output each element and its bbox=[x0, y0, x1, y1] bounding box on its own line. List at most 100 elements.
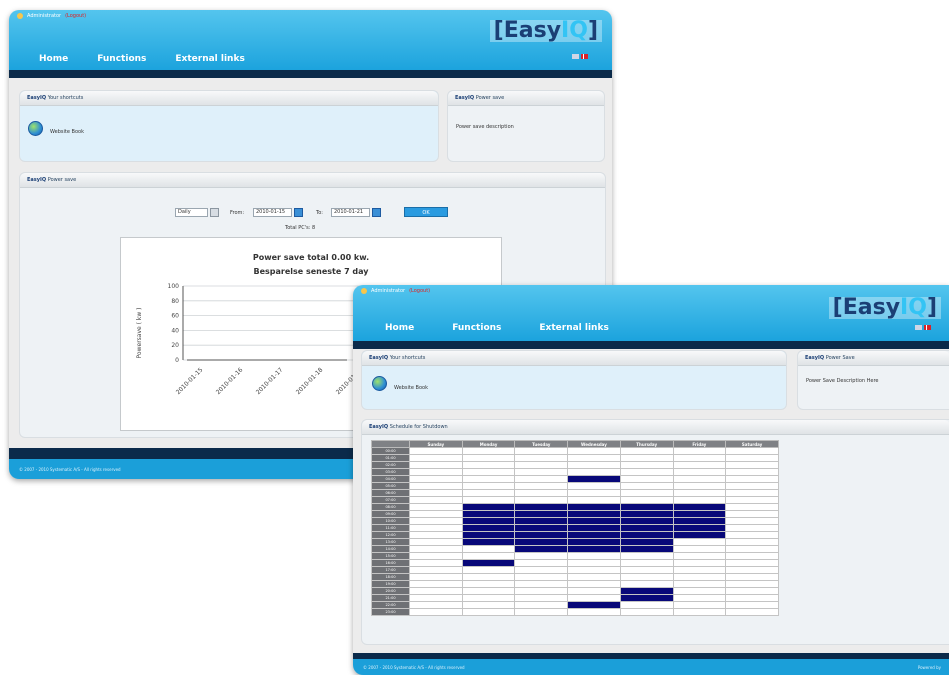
schedule-cell-active[interactable] bbox=[672, 524, 727, 532]
schedule-cell[interactable] bbox=[725, 482, 779, 490]
schedule-cell-active[interactable] bbox=[619, 510, 674, 518]
schedule-cell[interactable] bbox=[514, 475, 569, 483]
schedule-cell[interactable] bbox=[725, 587, 779, 595]
schedule-cell[interactable] bbox=[725, 503, 779, 511]
danish-flag-icon[interactable] bbox=[924, 325, 931, 330]
schedule-cell-active[interactable] bbox=[567, 601, 621, 609]
schedule-cell-active[interactable] bbox=[619, 587, 674, 595]
shortcut-website-book[interactable]: Website Book bbox=[394, 385, 428, 391]
schedule-cell[interactable] bbox=[567, 461, 621, 469]
schedule-cell[interactable] bbox=[514, 489, 569, 497]
schedule-cell[interactable] bbox=[567, 608, 621, 616]
schedule-cell[interactable] bbox=[672, 608, 727, 616]
schedule-cell-active[interactable] bbox=[514, 531, 569, 539]
schedule-cell[interactable] bbox=[672, 496, 727, 504]
schedule-cell-active[interactable] bbox=[619, 503, 674, 511]
schedule-cell[interactable] bbox=[514, 559, 569, 567]
schedule-cell[interactable] bbox=[409, 608, 463, 616]
schedule-cell[interactable] bbox=[409, 580, 463, 588]
schedule-cell[interactable] bbox=[514, 454, 569, 462]
schedule-cell[interactable] bbox=[619, 601, 674, 609]
english-flag-icon[interactable] bbox=[915, 325, 922, 330]
schedule-cell[interactable] bbox=[567, 594, 621, 602]
schedule-cell[interactable] bbox=[725, 531, 779, 539]
schedule-cell[interactable] bbox=[672, 573, 727, 581]
schedule-cell[interactable] bbox=[409, 594, 463, 602]
schedule-cell[interactable] bbox=[409, 489, 463, 497]
schedule-cell[interactable] bbox=[409, 503, 463, 511]
schedule-cell[interactable] bbox=[461, 482, 516, 490]
schedule-cell-active[interactable] bbox=[514, 538, 569, 546]
schedule-cell[interactable] bbox=[567, 489, 621, 497]
schedule-cell[interactable] bbox=[461, 461, 516, 469]
schedule-cell-active[interactable] bbox=[461, 538, 516, 546]
schedule-cell[interactable] bbox=[409, 524, 463, 532]
schedule-cell-active[interactable] bbox=[619, 524, 674, 532]
ok-button[interactable]: OK bbox=[404, 207, 448, 217]
schedule-cell[interactable] bbox=[619, 447, 674, 455]
schedule-cell[interactable] bbox=[514, 601, 569, 609]
logout-link[interactable]: (Logout) bbox=[65, 13, 86, 19]
schedule-cell-active[interactable] bbox=[619, 545, 674, 553]
schedule-cell[interactable] bbox=[725, 524, 779, 532]
schedule-cell[interactable] bbox=[619, 580, 674, 588]
schedule-cell[interactable] bbox=[567, 587, 621, 595]
schedule-cell[interactable] bbox=[461, 587, 516, 595]
schedule-cell-active[interactable] bbox=[619, 538, 674, 546]
schedule-cell[interactable] bbox=[725, 601, 779, 609]
schedule-cell[interactable] bbox=[461, 601, 516, 609]
schedule-cell[interactable] bbox=[514, 608, 569, 616]
schedule-cell[interactable] bbox=[461, 489, 516, 497]
schedule-cell-active[interactable] bbox=[567, 524, 621, 532]
schedule-cell[interactable] bbox=[409, 468, 463, 476]
schedule-cell-active[interactable] bbox=[567, 531, 621, 539]
schedule-cell-active[interactable] bbox=[461, 531, 516, 539]
schedule-cell[interactable] bbox=[725, 594, 779, 602]
schedule-cell[interactable] bbox=[514, 461, 569, 469]
schedule-cell[interactable] bbox=[672, 489, 727, 497]
schedule-cell[interactable] bbox=[409, 475, 463, 483]
easyiq-logo[interactable]: [EasyIQ] bbox=[828, 297, 941, 319]
schedule-cell[interactable] bbox=[672, 447, 727, 455]
schedule-cell[interactable] bbox=[619, 559, 674, 567]
schedule-cell[interactable] bbox=[672, 538, 727, 546]
schedule-cell[interactable] bbox=[514, 447, 569, 455]
schedule-cell-active[interactable] bbox=[514, 510, 569, 518]
schedule-cell[interactable] bbox=[725, 517, 779, 525]
schedule-cell[interactable] bbox=[567, 580, 621, 588]
schedule-cell[interactable] bbox=[514, 573, 569, 581]
schedule-cell[interactable] bbox=[672, 559, 727, 567]
schedule-cell[interactable] bbox=[461, 545, 516, 553]
schedule-cell[interactable] bbox=[725, 489, 779, 497]
schedule-cell[interactable] bbox=[619, 566, 674, 574]
schedule-cell-active[interactable] bbox=[514, 524, 569, 532]
schedule-cell[interactable] bbox=[619, 461, 674, 469]
schedule-cell[interactable] bbox=[672, 566, 727, 574]
schedule-cell[interactable] bbox=[725, 545, 779, 553]
schedule-cell[interactable] bbox=[409, 559, 463, 567]
schedule-cell[interactable] bbox=[672, 475, 727, 483]
period-dropdown-icon[interactable] bbox=[210, 208, 219, 217]
schedule-cell[interactable] bbox=[514, 468, 569, 476]
schedule-cell[interactable] bbox=[672, 468, 727, 476]
english-flag-icon[interactable] bbox=[572, 54, 579, 59]
schedule-cell[interactable] bbox=[567, 447, 621, 455]
schedule-cell[interactable] bbox=[461, 594, 516, 602]
schedule-cell[interactable] bbox=[619, 608, 674, 616]
schedule-cell[interactable] bbox=[514, 587, 569, 595]
schedule-cell[interactable] bbox=[409, 461, 463, 469]
schedule-cell[interactable] bbox=[461, 447, 516, 455]
schedule-cell-active[interactable] bbox=[619, 594, 674, 602]
schedule-cell[interactable] bbox=[409, 545, 463, 553]
schedule-cell[interactable] bbox=[567, 454, 621, 462]
calendar-icon[interactable] bbox=[372, 208, 381, 217]
schedule-cell[interactable] bbox=[461, 566, 516, 574]
schedule-cell[interactable] bbox=[567, 468, 621, 476]
schedule-cell[interactable] bbox=[619, 552, 674, 560]
schedule-cell-active[interactable] bbox=[514, 545, 569, 553]
schedule-cell[interactable] bbox=[409, 510, 463, 518]
schedule-cell-active[interactable] bbox=[672, 503, 727, 511]
schedule-cell[interactable] bbox=[409, 601, 463, 609]
schedule-cell[interactable] bbox=[725, 510, 779, 518]
schedule-cell-active[interactable] bbox=[567, 510, 621, 518]
